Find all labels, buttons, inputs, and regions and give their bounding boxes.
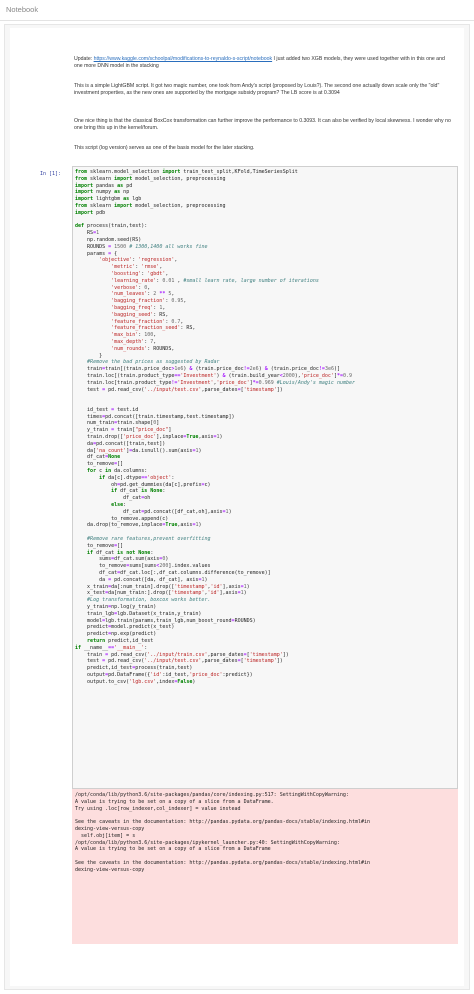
code-line: if da[c].dtype=='object': bbox=[99, 474, 175, 481]
code-line: return predict,id_test bbox=[87, 637, 154, 644]
code-line: train_lgb=lgb.Dataset(x_train,y_train) bbox=[75, 610, 202, 617]
code-line: 'num_rounds': ROUNDS, bbox=[111, 345, 175, 352]
code-line: train.loc[train.product_type!='Investmen… bbox=[75, 379, 356, 386]
code-line: np.random.seed(RS) bbox=[75, 236, 142, 243]
code-line: import pandas as pd bbox=[75, 182, 133, 189]
code-line: df_cat=None bbox=[75, 454, 121, 461]
code-line: if df_cat is None: bbox=[111, 488, 166, 495]
code-line: times=pd.concat([train.timestamp,test.ti… bbox=[75, 413, 235, 420]
update-link[interactable]: https://www.kaggle.com/schoolpal/modific… bbox=[94, 56, 272, 62]
code-line: train=train[(train.price_doc>1e6) & (tra… bbox=[75, 366, 341, 373]
output-line: See the caveats in the documentation: ht… bbox=[75, 819, 371, 826]
code-line: train.drop(['price_doc'],inplace=True,ax… bbox=[75, 434, 223, 441]
code-line: to_remove.append(c) bbox=[75, 515, 169, 522]
code-line: test = pd.read_csv('../input/test.csv',p… bbox=[75, 386, 283, 393]
code-line: #Log transformation, boxcox works better… bbox=[87, 597, 211, 604]
code-line: def process(train,test): bbox=[75, 223, 148, 230]
cell-prompt: In [1]: bbox=[40, 171, 62, 177]
code-line: output=pd.DataFrame({'id':id_test,'price… bbox=[75, 671, 253, 678]
code-line: if df_cat is not None: bbox=[87, 549, 154, 556]
output-line: self.obj[item] = s bbox=[75, 832, 136, 839]
code-line: 'max_depth': 7, bbox=[111, 338, 157, 345]
code-line: for c in da.columns: bbox=[87, 468, 148, 475]
tab-title[interactable]: Notebook bbox=[6, 5, 38, 14]
code-line: else: bbox=[111, 502, 127, 509]
code-line: x_train=da[:num_train].drop(['timestamp'… bbox=[75, 583, 250, 590]
code-line: predict,id_test=process(train,test) bbox=[75, 665, 193, 672]
output-text: /opt/conda/lib/python3.6/site-packages/p… bbox=[75, 792, 455, 874]
markdown-update: Update: https://www.kaggle.com/schoolpal… bbox=[74, 56, 454, 71]
code-line: da = pd.concat([da, df_cat], axis=1) bbox=[75, 576, 208, 583]
code-line: train = pd.read_csv('../input/train.csv'… bbox=[75, 651, 289, 658]
code-line: output.to_csv('lgb.csv',index=False) bbox=[75, 678, 196, 685]
code-line: id_test = test.id bbox=[75, 406, 139, 413]
code-line: da=pd.concat([train,test]) bbox=[75, 440, 166, 447]
code-line: from sklearn.model_selection import trai… bbox=[75, 169, 298, 175]
code-line: 'boosting': 'gbdt', bbox=[111, 270, 169, 277]
code-line: predict=np.exp(predict) bbox=[75, 631, 157, 638]
code-line: 'max_bin': 100, bbox=[111, 332, 157, 339]
code-line: 'bagging_fraction': 0.95, bbox=[111, 298, 187, 305]
markdown-paragraph-boxcox: One nice thing is that the classical Box… bbox=[74, 118, 451, 132]
code-line: da['na_count']=da.isnull().sum(axis=1) bbox=[75, 447, 202, 454]
update-prefix: Update: bbox=[74, 56, 94, 62]
code-line: to_remove=[] bbox=[75, 542, 124, 549]
output-line: /opt/conda/lib/python3.6/site-packages/i… bbox=[75, 839, 340, 846]
tab-bar: Notebook bbox=[0, 0, 474, 21]
code-line: to_remove=sums[sums<200].index.values bbox=[75, 563, 211, 570]
code-line: x_test=da[num_train:].drop(['timestamp',… bbox=[75, 590, 247, 597]
code-line: df_cat=pd.concat([df_cat,oh],axis=1) bbox=[75, 508, 232, 515]
output-line: A value is trying to be set on a copy of… bbox=[75, 798, 274, 805]
code-line: from sklearn import model_selection, pre… bbox=[75, 175, 226, 182]
code-line: if __name__=='__main__': bbox=[75, 644, 148, 651]
code-line: y_train=np.log(y_train) bbox=[75, 604, 157, 610]
markdown-paragraph-stacking: This script (log version) serves as one … bbox=[74, 145, 255, 151]
output-line: dexing-view-versus-copy bbox=[75, 825, 145, 832]
code-line: from sklearn import model_selection, pre… bbox=[75, 202, 226, 209]
code-line: import pdb bbox=[75, 209, 106, 216]
code-line: predict=model.predict(x_test) bbox=[75, 624, 175, 631]
code-line: test = pd.read_csv('../input/test.csv',p… bbox=[75, 658, 283, 665]
output-line: See the caveats in the documentation: ht… bbox=[75, 859, 371, 866]
code-line: 'bagging_freq': 1, bbox=[111, 304, 166, 311]
output-line: A value is trying to be set on a copy of… bbox=[75, 846, 271, 853]
code-line: y_train = train["price_doc"] bbox=[75, 427, 172, 434]
markdown-paragraph-intro: This is a simple LightGBM script. It got… bbox=[74, 83, 440, 97]
code-line: num_train=train.shape[0] bbox=[75, 420, 160, 427]
code-line: to_remove=[] bbox=[75, 461, 124, 468]
code-editor[interactable]: from sklearn.model_selection import trai… bbox=[75, 169, 455, 686]
code-line: 'feature_fraction': 0.7, bbox=[111, 318, 184, 325]
code-line: 'metric': 'rmse', bbox=[111, 264, 163, 271]
output-line: dexing-view-versus-copy bbox=[75, 866, 145, 873]
output-line: Try using .loc[row_indexer,col_indexer] … bbox=[75, 805, 241, 812]
output-line: /opt/conda/lib/python3.6/site-packages/p… bbox=[75, 792, 349, 798]
code-line: 'feature_fraction_seed': RS, bbox=[111, 325, 196, 332]
code-line: 'verbose': 0, bbox=[111, 284, 151, 291]
code-line: model=lgb.train(params,train_lgb,num_boo… bbox=[75, 617, 256, 624]
code-line: df_cat=oh bbox=[75, 495, 151, 502]
code-line: #Remove the bad prices as suggested by R… bbox=[87, 359, 220, 366]
code-line: } bbox=[75, 352, 103, 359]
code-line: df_cat=df_cat.loc[:,df_cat.columns.diffe… bbox=[75, 570, 271, 577]
code-line: oh=pd.get_dummies(da[c],prefix=c) bbox=[75, 481, 211, 488]
code-line: RS=1 bbox=[75, 230, 100, 237]
code-line: 'bagging_seed': RS, bbox=[111, 311, 169, 318]
code-line: import numpy as np bbox=[75, 189, 130, 196]
code-line: import lightgbm as lgb bbox=[75, 196, 142, 203]
code-line: sums=df_cat.sum(axis=0) bbox=[75, 556, 169, 563]
code-line: 'objective': 'regression', bbox=[99, 257, 178, 264]
code-line: ROUNDS = 1500 # 1300,1400 all works fine bbox=[75, 243, 208, 250]
code-line: train.loc[(train.product_type=='Investme… bbox=[75, 372, 353, 379]
code-line: da.drop(to_remove,inplace=True,axis=1) bbox=[75, 522, 202, 529]
code-line: 'num_leaves': 2 ** 5, bbox=[111, 291, 175, 298]
code-line: #Remove rare features,prevent overfittin… bbox=[87, 536, 211, 543]
code-line: params = { bbox=[75, 250, 118, 257]
code-line: 'learning_rate': 0.01 , #small learn rat… bbox=[111, 277, 319, 284]
